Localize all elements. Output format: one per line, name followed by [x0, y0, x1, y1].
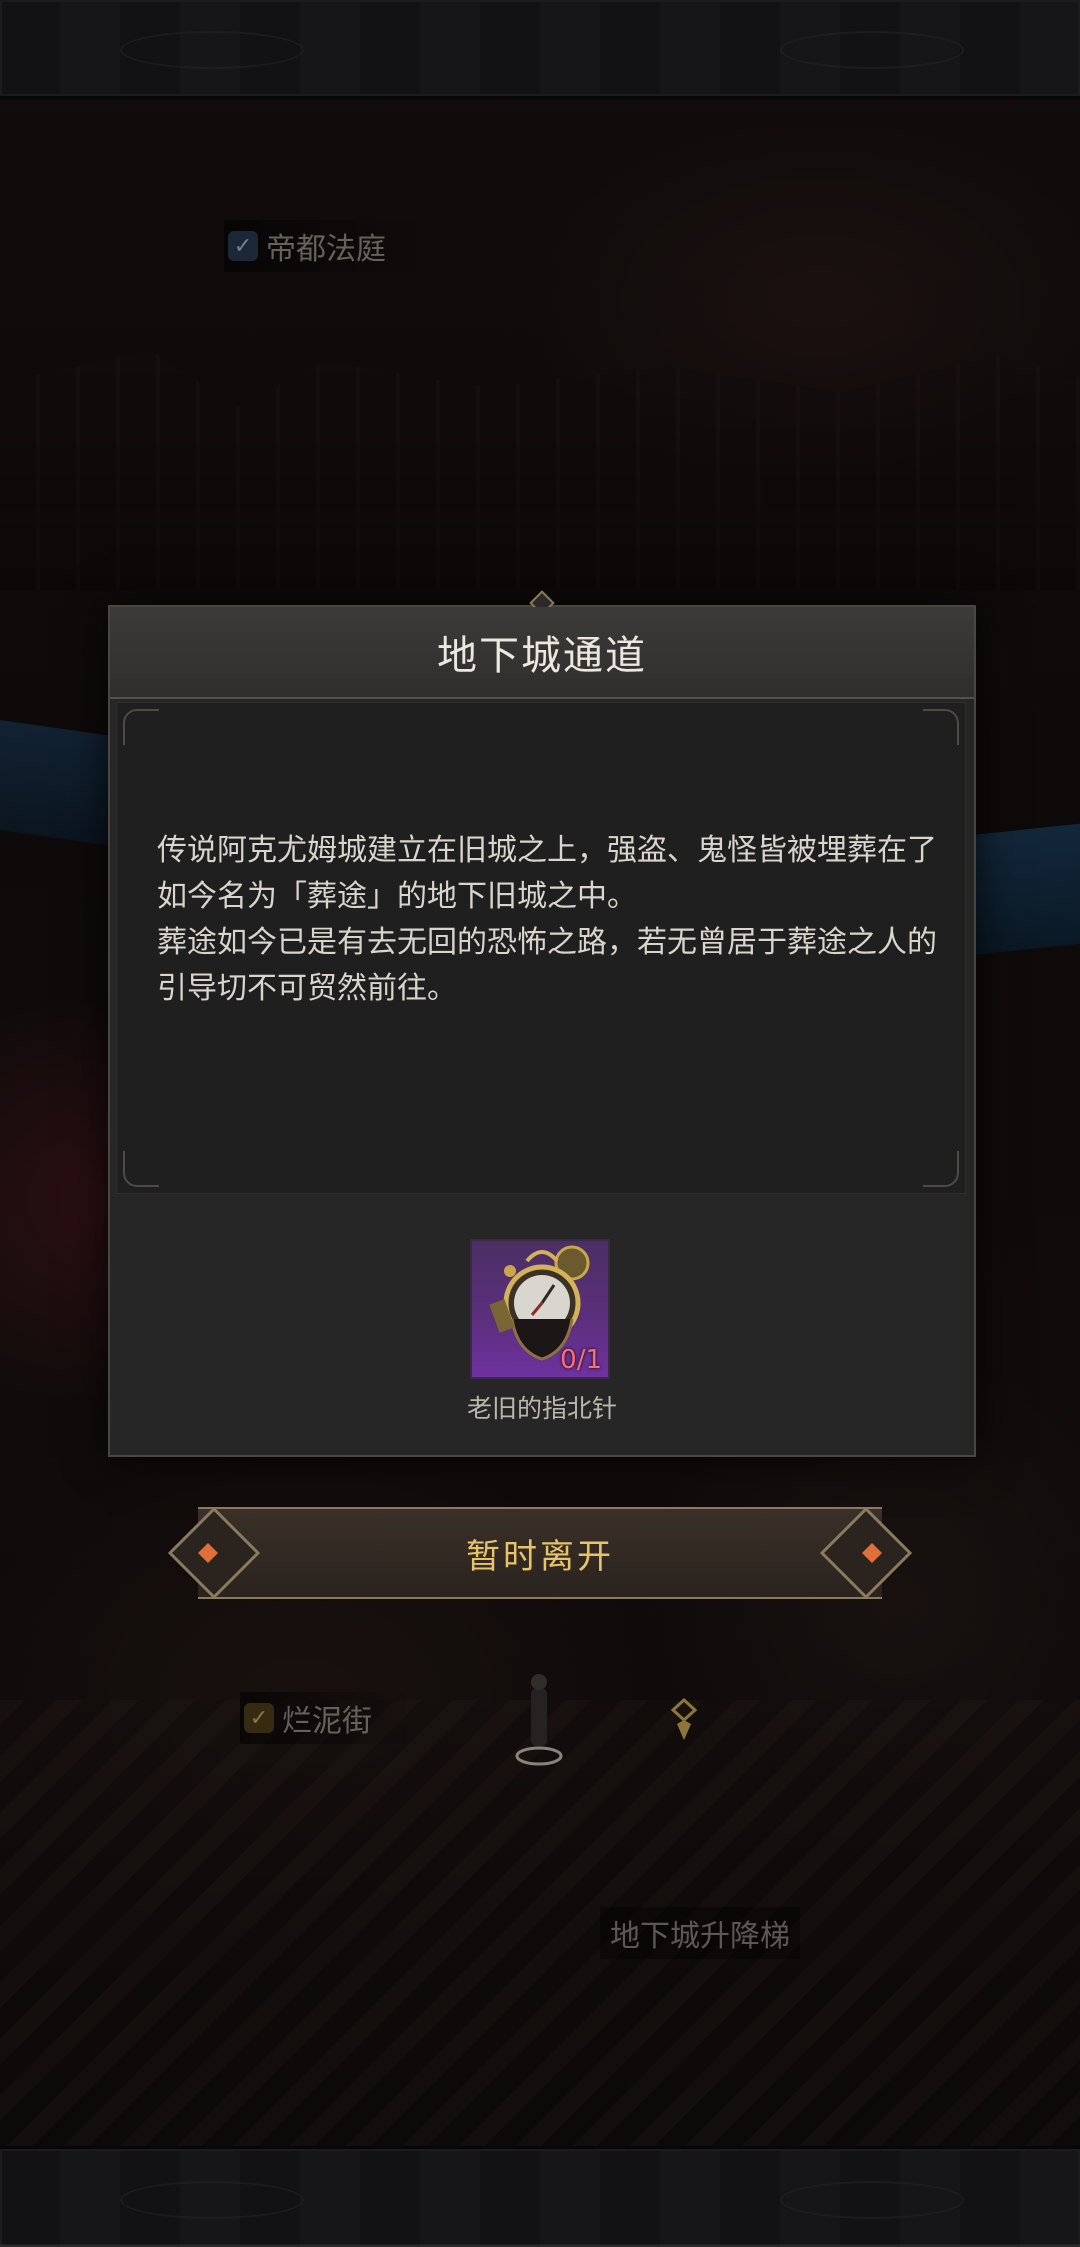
corner-ornament-icon [923, 709, 959, 745]
dialog-header: 地下城通道 [110, 607, 974, 699]
required-item-name: 老旧的指北针 [466, 1394, 617, 1423]
description-paragraph: 传说阿克尤姆城建立在旧城之上，强盗、鬼怪皆被埋葬在了如今名为「葬途」的地下旧城之… [157, 833, 937, 914]
description-panel: 传说阿克尤姆城建立在旧城之上，强盗、鬼怪皆被埋葬在了如今名为「葬途」的地下旧城之… [116, 702, 966, 1194]
required-item-area: 0/1 老旧的指北针 [110, 1197, 974, 1455]
dialog-title: 地下城通道 [437, 633, 647, 679]
corner-ornament-icon [923, 1151, 959, 1187]
leave-button-label: 暂时离开 [466, 1536, 614, 1577]
dungeon-passage-dialog: 地下城通道 传说阿克尤姆城建立在旧城之上，强盗、鬼怪皆被埋葬在了如今名为「葬途」… [108, 590, 976, 1457]
item-count: 0/1 [560, 1345, 602, 1375]
description-paragraph: 葬途如今已是有去无回的恐怖之路，若无曾居于葬途之人的引导切不可贸然前往。 [157, 925, 937, 1006]
required-item-slot[interactable]: 0/1 [470, 1239, 610, 1379]
corner-ornament-icon [123, 1151, 159, 1187]
leave-button[interactable]: 暂时离开 [168, 1507, 912, 1599]
corner-ornament-icon [123, 709, 159, 745]
description-text: 传说阿克尤姆城建立在旧城之上，强盗、鬼怪皆被埋葬在了如今名为「葬途」的地下旧城之… [157, 828, 937, 1012]
